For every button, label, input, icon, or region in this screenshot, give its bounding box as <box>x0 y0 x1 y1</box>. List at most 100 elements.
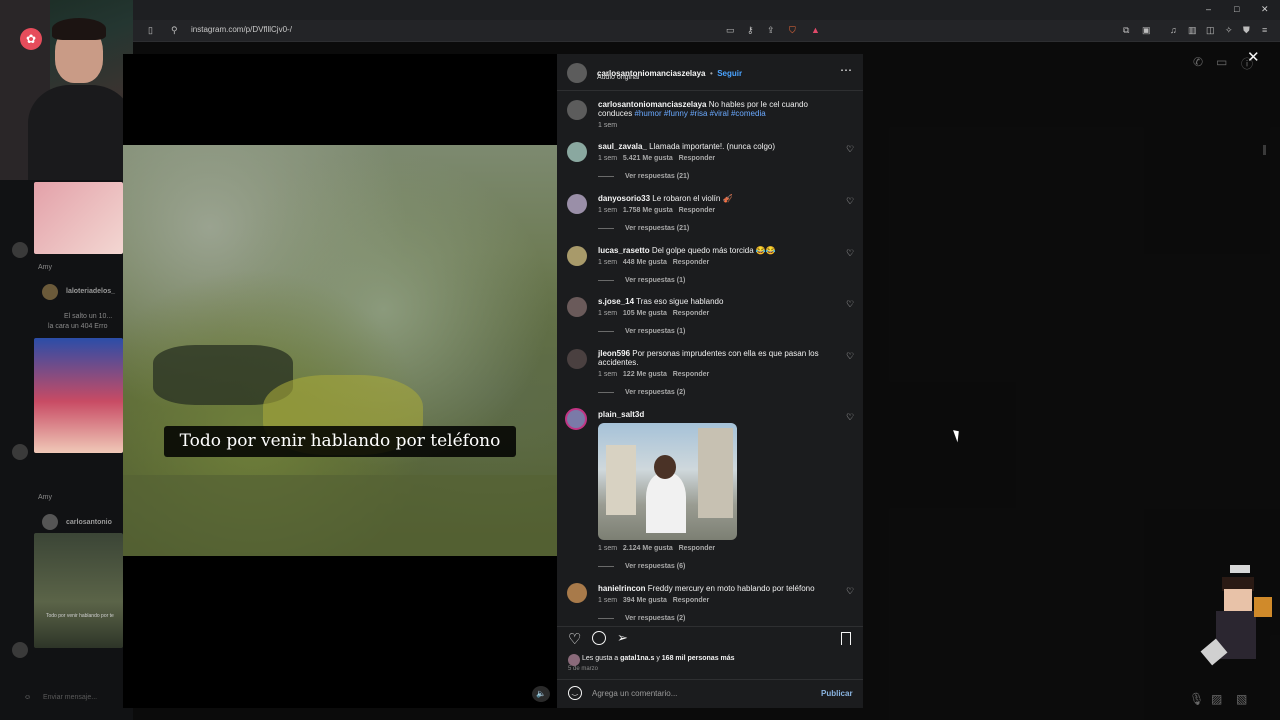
view-replies[interactable]: Ver respuestas (21) <box>598 225 689 232</box>
reply-button[interactable]: Responder <box>679 545 716 552</box>
comment-avatar[interactable] <box>567 194 587 214</box>
heart-icon[interactable]: ♡ <box>846 351 854 362</box>
comment-avatar[interactable] <box>567 246 587 266</box>
publish-button[interactable]: Publicar <box>821 689 853 698</box>
share-icon[interactable]: ➢ <box>617 630 628 646</box>
image-icon[interactable]: ▨ <box>1211 692 1222 706</box>
follow-button[interactable]: Seguir <box>717 69 742 78</box>
comment-input[interactable]: Agrega un comentario... <box>592 689 677 698</box>
comment-username[interactable]: danyosorio33 <box>598 194 650 203</box>
view-replies-label[interactable]: Ver respuestas (21) <box>625 225 689 232</box>
emoji-icon[interactable]: ‿ <box>568 686 582 700</box>
author-avatar[interactable] <box>567 63 587 83</box>
phone-icon[interactable]: ✆ <box>1193 55 1203 69</box>
comment-likes[interactable]: 122 Me gusta <box>623 371 667 378</box>
close-icon[interactable]: ✕ <box>1247 48 1260 66</box>
view-replies-label[interactable]: Ver respuestas (6) <box>625 563 685 570</box>
sidebar-icon[interactable]: ▥ <box>1188 25 1197 35</box>
reply-button[interactable]: Responder <box>679 207 716 214</box>
view-replies-label[interactable]: Ver respuestas (21) <box>625 173 689 180</box>
extensions-icon[interactable]: ⧉ <box>1123 25 1129 35</box>
comment-likes[interactable]: 105 Me gusta <box>623 310 667 317</box>
emoji-icon[interactable]: ☺ <box>24 694 31 701</box>
comment-likes[interactable]: 5.421 Me gusta <box>623 155 673 162</box>
site-settings-icon[interactable]: ⚲ <box>171 25 178 35</box>
comment-username[interactable]: plain_salt3d <box>598 410 644 419</box>
divider <box>557 679 863 680</box>
comment-likes[interactable]: 2.124 Me gusta <box>623 545 673 552</box>
tabs-icon[interactable]: ▣ <box>1142 25 1151 35</box>
view-replies[interactable]: Ver respuestas (1) <box>598 277 685 284</box>
likes-count[interactable]: 168 mil personas más <box>662 655 735 662</box>
microphone-icon[interactable]: 🎙 <box>1189 692 1204 706</box>
rewards-icon[interactable]: ▲ <box>811 25 820 35</box>
video-frame[interactable] <box>123 145 557 556</box>
heart-icon[interactable]: ♡ <box>846 144 854 155</box>
comment-avatar[interactable] <box>567 583 587 603</box>
vpn-icon[interactable]: ⛊ <box>1243 25 1250 35</box>
music-icon[interactable]: ♫ <box>1170 25 1177 35</box>
comment-likes[interactable]: 448 Me gusta <box>623 259 667 266</box>
view-replies-label[interactable]: Ver respuestas (2) <box>625 389 685 396</box>
ai-icon[interactable]: ✧ <box>1225 25 1233 35</box>
comment-likes[interactable]: 1.758 Me gusta <box>623 207 673 214</box>
bookmark-icon[interactable] <box>841 632 851 645</box>
view-replies[interactable]: Ver respuestas (6) <box>598 563 685 570</box>
view-replies-label[interactable]: Ver respuestas (1) <box>625 277 685 284</box>
heart-icon[interactable]: ♡ <box>846 586 854 597</box>
comment-avatar[interactable] <box>565 408 587 430</box>
menu-icon[interactable]: ≡ <box>1262 25 1267 35</box>
view-replies-label[interactable]: Ver respuestas (2) <box>625 615 685 622</box>
comment-avatar[interactable] <box>567 142 587 162</box>
comment-username[interactable]: saul_zavala_ <box>598 142 647 151</box>
comment-likes[interactable]: 394 Me gusta <box>623 597 667 604</box>
comment-username[interactable]: jleon596 <box>598 349 630 358</box>
video-call-icon[interactable]: ▭ <box>1216 55 1227 69</box>
heart-icon[interactable]: ♡ <box>568 630 581 648</box>
share-page-icon[interactable]: ⇪ <box>767 25 775 35</box>
chat-avatar <box>12 444 28 460</box>
comment-text: Tras eso sigue hablando <box>636 297 724 306</box>
author-avatar[interactable] <box>567 100 587 120</box>
brave-shield-icon[interactable]: ⛉ <box>789 25 796 35</box>
reply-button[interactable]: Responder <box>673 310 710 317</box>
maximize-button[interactable]: □ <box>1234 4 1239 14</box>
minimize-button[interactable]: – <box>1206 4 1211 14</box>
comment-username[interactable]: hanielrincon <box>598 584 646 593</box>
bookmark-page-icon[interactable]: ▯ <box>148 25 153 35</box>
mute-icon[interactable]: 🔈 <box>532 686 550 702</box>
screen-icon[interactable]: ▭ <box>726 25 735 35</box>
reply-button[interactable]: Responder <box>673 597 710 604</box>
comment-username[interactable]: s.jose_14 <box>598 297 634 306</box>
sticker-icon[interactable]: ▧ <box>1236 692 1247 706</box>
hashtags[interactable]: #humor #funny #risa #viral #comedia <box>634 109 765 118</box>
heart-icon[interactable]: ♡ <box>846 196 854 207</box>
view-replies[interactable]: Ver respuestas (21) <box>598 173 689 180</box>
view-replies[interactable]: Ver respuestas (2) <box>598 615 685 622</box>
likes-summary[interactable]: Les gusta a gatal1na.s y 168 mil persona… <box>582 655 735 662</box>
reply-button[interactable]: Responder <box>679 155 716 162</box>
comment-avatar[interactable] <box>567 349 587 369</box>
more-options-icon[interactable]: ⋯ <box>840 63 852 77</box>
heart-icon[interactable]: ♡ <box>846 299 854 310</box>
comment-username[interactable]: lucas_rasetto <box>598 246 650 255</box>
scrollbar[interactable] <box>1263 145 1266 155</box>
heart-icon[interactable]: ♡ <box>846 412 854 423</box>
comment-avatar[interactable] <box>567 297 587 317</box>
description-author[interactable]: carlosantoniomanciaszelaya <box>598 100 707 109</box>
url-text[interactable]: instagram.com/p/DVflllCjv0-/ <box>191 25 292 34</box>
audio-label[interactable]: Audio original <box>597 74 639 81</box>
view-replies[interactable]: Ver respuestas (2) <box>598 389 685 396</box>
close-window-button[interactable]: ✕ <box>1261 4 1269 15</box>
comment-icon[interactable] <box>592 631 606 645</box>
wallet-icon[interactable]: ◫ <box>1206 25 1215 35</box>
key-icon[interactable]: ⚷ <box>747 25 754 35</box>
chat-input[interactable]: Enviar mensaje... <box>43 694 97 701</box>
view-replies[interactable]: Ver respuestas (1) <box>598 328 685 335</box>
reply-button[interactable]: Responder <box>673 259 710 266</box>
reply-button[interactable]: Responder <box>673 371 710 378</box>
heart-icon[interactable]: ♡ <box>846 248 854 259</box>
comment-image[interactable] <box>598 423 737 540</box>
liker-username[interactable]: gatal1na.s <box>620 655 654 662</box>
view-replies-label[interactable]: Ver respuestas (1) <box>625 328 685 335</box>
